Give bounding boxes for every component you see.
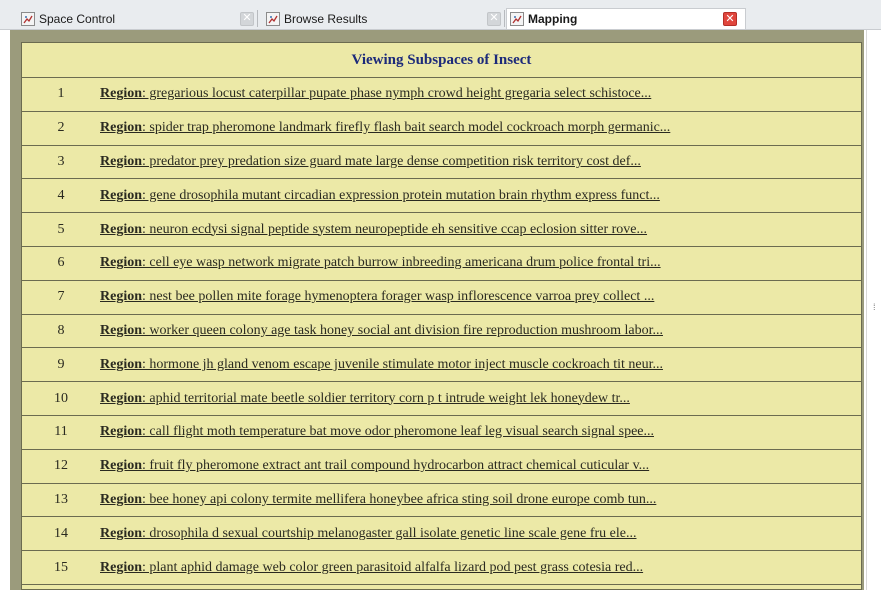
resize-grip-icon[interactable]: ⁞ <box>873 302 879 316</box>
region-terms: : worker queen colony age task honey soc… <box>142 322 663 338</box>
table-row: 12 Region: fruit fly pheromone extract an… <box>22 450 861 484</box>
row-number: 6 <box>57 255 65 271</box>
region-label: Region <box>100 289 142 305</box>
table-row: 6 Region: cell eye wasp network migrate p… <box>22 247 861 281</box>
table-row: 10 Region: aphid territorial mate beetle … <box>22 382 861 416</box>
tab-label: Browse Results <box>284 11 368 26</box>
region-terms: : nest bee pollen mite forage hymenopter… <box>142 289 655 305</box>
table-row: 2 Region: spider trap pheromone landmark … <box>22 112 861 146</box>
row-number: 3 <box>57 153 65 169</box>
region-label: Region <box>100 491 142 507</box>
tab-bar: Space Control ✕ Browse Results ✕ Mapping… <box>0 0 881 30</box>
row-number: 8 <box>57 322 65 338</box>
row-number: 1 <box>57 86 65 102</box>
region-terms: : gene drosophila mutant circadian expre… <box>142 187 660 203</box>
close-icon[interactable]: ✕ <box>723 12 737 26</box>
subspaces-panel: Viewing Subspaces of Insect 1 Region: gre… <box>21 42 862 590</box>
close-icon[interactable]: ✕ <box>487 11 501 26</box>
row-number: 15 <box>54 559 68 575</box>
content-frame: Viewing Subspaces of Insect 1 Region: gre… <box>10 30 864 590</box>
row-number: 10 <box>54 390 68 406</box>
region-link[interactable]: Region: predator prey predation size gua… <box>100 154 641 170</box>
table-row: 3 Region: predator prey predation size gu… <box>22 146 861 180</box>
region-link[interactable]: Region: call flight moth temperature bat… <box>100 424 654 440</box>
region-link[interactable]: Region: plant aphid damage web color gre… <box>100 560 643 576</box>
tab-space-control[interactable]: Space Control ✕ <box>18 8 254 29</box>
table-row: 7 Region: nest bee pollen mite forage hym… <box>22 281 861 315</box>
tab-divider <box>504 10 505 27</box>
region-label: Region <box>100 390 142 406</box>
map-chart-icon <box>510 12 524 26</box>
region-label: Region <box>100 424 142 440</box>
table-row: 14 Region: drosophila d sexual courtship … <box>22 517 861 552</box>
region-link[interactable]: Region: aphid territorial mate beetle so… <box>100 391 630 407</box>
region-link[interactable]: Region: fruit fly pheromone extract ant … <box>100 458 649 474</box>
region-label: Region <box>100 86 142 102</box>
region-link[interactable]: Region: cell eye wasp network migrate pa… <box>100 255 661 271</box>
region-terms: : fruit fly pheromone extract ant trail … <box>142 458 650 474</box>
row-number: 2 <box>57 120 65 136</box>
row-number: 7 <box>57 289 65 305</box>
table-row: 9 Region: hormone jh gland venom escape j… <box>22 348 861 383</box>
map-chart-icon <box>266 11 280 26</box>
region-link[interactable]: Region: worker queen colony age task hon… <box>100 323 663 339</box>
region-terms: : hormone jh gland venom escape juvenile… <box>142 356 663 372</box>
region-label: Region <box>100 356 142 372</box>
tab-mapping[interactable]: Mapping ✕ <box>506 8 746 29</box>
region-label: Region <box>100 255 142 271</box>
tab-divider <box>257 10 258 27</box>
region-terms: : plant aphid damage web color green par… <box>142 559 644 575</box>
row-number: 4 <box>57 187 65 203</box>
region-terms: : spider trap pheromone landmark firefly… <box>142 120 671 136</box>
region-link[interactable]: Region: drosophila d sexual courtship me… <box>100 526 637 542</box>
row-number: 14 <box>54 525 68 541</box>
table-row: 1 Region: gregarious locust caterpillar p… <box>22 78 861 112</box>
region-link[interactable]: Region: hormone jh gland venom escape ju… <box>100 357 663 373</box>
region-link[interactable]: Region: bee honey api colony termite mel… <box>100 492 656 508</box>
region-label: Region <box>100 559 142 575</box>
region-list: 1 Region: gregarious locust caterpillar p… <box>22 78 861 585</box>
region-label: Region <box>100 187 142 203</box>
region-terms: : cell eye wasp network migrate patch bu… <box>142 255 661 271</box>
row-number: 13 <box>54 491 68 507</box>
region-link[interactable]: Region: gregarious locust caterpillar pu… <box>100 86 651 102</box>
region-label: Region <box>100 153 142 169</box>
table-row: 13 Region: bee honey api colony termite m… <box>22 484 861 518</box>
tab-label: Mapping <box>528 12 578 26</box>
region-link[interactable]: Region: gene drosophila mutant circadian… <box>100 188 660 204</box>
region-terms: : aphid territorial mate beetle soldier … <box>142 390 630 406</box>
scrollbar-track[interactable] <box>866 30 867 590</box>
table-row: 15 Region: plant aphid damage web color g… <box>22 551 861 585</box>
row-number: 5 <box>57 221 65 237</box>
tab-label: Space Control <box>39 11 116 26</box>
region-terms: : bee honey api colony termite mellifera… <box>142 491 657 507</box>
region-label: Region <box>100 458 142 474</box>
panel-title: Viewing Subspaces of Insect <box>22 43 861 78</box>
table-row: 11 Region: call flight moth temperature b… <box>22 416 861 450</box>
region-terms: : neuron ecdysi signal peptide system ne… <box>142 221 648 237</box>
map-chart-icon <box>21 11 35 26</box>
row-number: 12 <box>54 458 68 474</box>
table-row: 5 Region: neuron ecdysi signal peptide sy… <box>22 213 861 247</box>
region-terms: : call flight moth temperature bat move … <box>142 424 654 440</box>
row-number: 11 <box>54 424 68 440</box>
region-label: Region <box>100 525 142 541</box>
region-link[interactable]: Region: neuron ecdysi signal peptide sys… <box>100 222 647 238</box>
region-terms: : gregarious locust caterpillar pupate p… <box>142 86 652 102</box>
region-label: Region <box>100 221 142 237</box>
region-link[interactable]: Region: spider trap pheromone landmark f… <box>100 120 670 136</box>
tab-browse-results[interactable]: Browse Results ✕ <box>263 8 501 29</box>
row-number: 9 <box>57 356 65 372</box>
region-label: Region <box>100 120 142 136</box>
table-row: 8 Region: worker queen colony age task ho… <box>22 315 861 349</box>
close-icon[interactable]: ✕ <box>240 11 254 26</box>
region-terms: : drosophila d sexual courtship melanoga… <box>142 525 637 541</box>
region-label: Region <box>100 322 142 338</box>
region-terms: : predator prey predation size guard mat… <box>142 153 641 169</box>
region-link[interactable]: Region: nest bee pollen mite forage hyme… <box>100 289 654 305</box>
table-row: 4 Region: gene drosophila mutant circadia… <box>22 179 861 214</box>
